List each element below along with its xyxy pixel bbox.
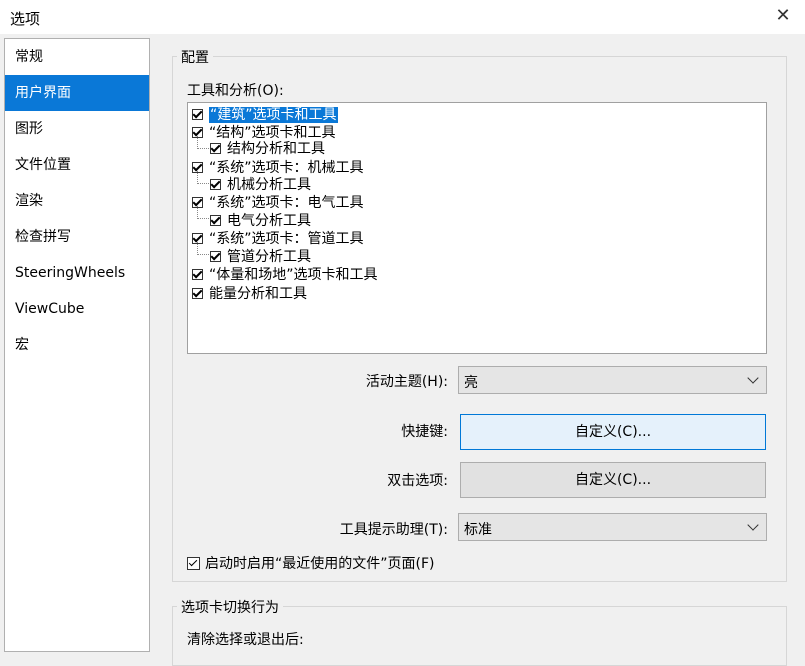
tree-connector xyxy=(197,171,209,184)
startup-recent-files-checkbox[interactable]: 启动时启用“最近使用的文件”页面(F) xyxy=(187,553,434,573)
tree-item[interactable]: 能量分析和工具 xyxy=(192,285,307,303)
shortcuts-label: 快捷键: xyxy=(401,424,448,440)
tree-item[interactable]: 结构分析和工具 xyxy=(210,140,325,158)
tree-item-label: “建筑”选项卡和工具 xyxy=(209,107,338,123)
checkbox-icon[interactable] xyxy=(210,142,221,154)
tree-item[interactable]: “系统”选项卡：机械工具 xyxy=(192,159,364,177)
tree-item-label: “体量和场地”选项卡和工具 xyxy=(209,267,378,283)
tree-connector xyxy=(197,206,209,219)
tools-analysis-tree: “建筑”选项卡和工具 “结构”选项卡和工具 结构分析和工具 “系统”选项卡：机械… xyxy=(187,102,767,354)
tree-item-label: 能量分析和工具 xyxy=(209,286,307,302)
theme-label: 活动主题(H): xyxy=(365,374,448,390)
theme-value: 亮 xyxy=(464,375,478,391)
double-click-customize-button[interactable]: 自定义(C)... xyxy=(460,462,766,498)
window-title: 选项 xyxy=(10,10,41,28)
tree-connector xyxy=(197,136,209,149)
sidebar-item-file-locations[interactable]: 文件位置 xyxy=(5,147,149,183)
tab-switch-group-title: 选项卡切换行为 xyxy=(177,597,283,617)
tree-item[interactable]: 管道分析工具 xyxy=(210,248,311,266)
tree-item[interactable]: “系统”选项卡：电气工具 xyxy=(192,194,364,212)
tree-connector xyxy=(197,242,209,255)
tree-item-label: “系统”选项卡：管道工具 xyxy=(209,231,364,247)
tree-item[interactable]: “体量和场地”选项卡和工具 xyxy=(192,266,378,284)
sidebar-item-general[interactable]: 常规 xyxy=(5,39,149,75)
title-bar: 选项 ✕ xyxy=(0,0,805,34)
sidebar-item-spelling[interactable]: 检查拼写 xyxy=(5,219,149,255)
tooltip-value: 标准 xyxy=(464,522,492,538)
tree-item-label: 电气分析工具 xyxy=(227,213,311,229)
shortcuts-customize-button[interactable]: 自定义(C)... xyxy=(460,414,766,450)
double-click-label: 双击选项: xyxy=(387,473,448,489)
checkbox-icon[interactable] xyxy=(192,287,203,299)
startup-recent-files-label: 启动时启用“最近使用的文件”页面(F) xyxy=(205,556,435,572)
sidebar-item-steeringwheels[interactable]: SteeringWheels xyxy=(5,255,149,291)
sidebar-item-graphics[interactable]: 图形 xyxy=(5,111,149,147)
tree-item-label: 管道分析工具 xyxy=(227,249,311,265)
checkbox-icon[interactable] xyxy=(210,250,221,262)
sidebar-item-viewcube[interactable]: ViewCube xyxy=(5,291,149,327)
sidebar-item-user-interface[interactable]: 用户界面 xyxy=(5,75,149,111)
checkbox-icon[interactable] xyxy=(187,556,200,570)
checkbox-icon[interactable] xyxy=(210,178,221,190)
chevron-down-icon xyxy=(747,372,759,384)
tree-item[interactable]: 电气分析工具 xyxy=(210,212,311,230)
sidebar-item-rendering[interactable]: 渲染 xyxy=(5,183,149,219)
chevron-down-icon xyxy=(747,519,759,531)
clear-selection-label: 清除选择或退出后: xyxy=(187,632,304,648)
tree-item-label: 机械分析工具 xyxy=(227,177,311,193)
tree-item-label: “结构”选项卡和工具 xyxy=(209,125,336,141)
tree-item[interactable]: “系统”选项卡：管道工具 xyxy=(192,230,364,248)
tooltip-label: 工具提示助理(T): xyxy=(339,522,448,538)
tree-item-label: “系统”选项卡：电气工具 xyxy=(209,195,364,211)
theme-dropdown[interactable]: 亮 xyxy=(458,366,767,394)
tooltip-dropdown[interactable]: 标准 xyxy=(458,513,767,541)
tree-item[interactable]: 机械分析工具 xyxy=(210,176,311,194)
sidebar-item-macros[interactable]: 宏 xyxy=(5,327,149,363)
config-group-title: 配置 xyxy=(177,47,213,67)
checkbox-icon[interactable] xyxy=(192,108,203,120)
close-icon[interactable]: ✕ xyxy=(771,4,795,28)
tools-analysis-label: 工具和分析(O): xyxy=(187,83,284,99)
tree-item[interactable]: “建筑”选项卡和工具 xyxy=(192,106,338,124)
checkbox-icon[interactable] xyxy=(192,268,203,280)
options-sidebar: 常规 用户界面 图形 文件位置 渲染 检查拼写 SteeringWheels V… xyxy=(4,38,150,652)
tree-item-label: 结构分析和工具 xyxy=(227,141,325,157)
tree-item-label: “系统”选项卡：机械工具 xyxy=(209,160,364,176)
checkbox-icon[interactable] xyxy=(210,214,221,226)
